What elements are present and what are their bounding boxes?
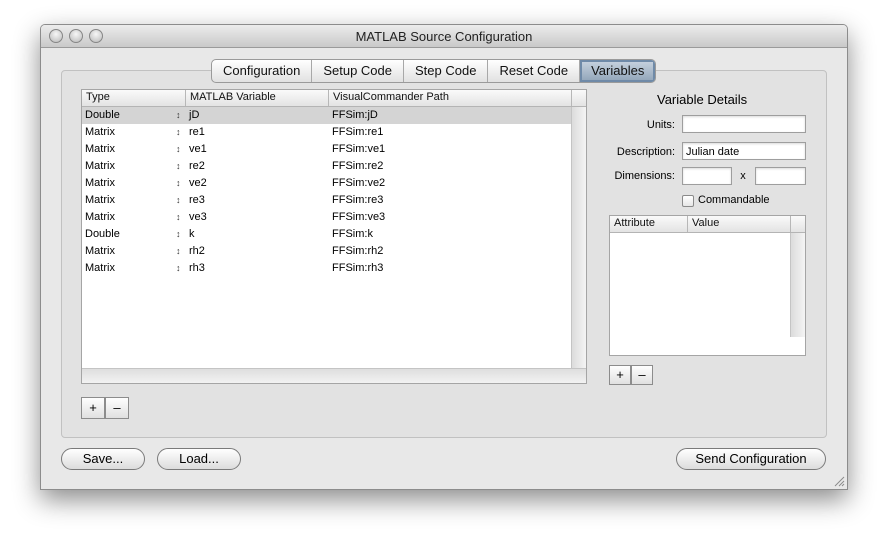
table-row[interactable]: Matrix ↕ ve3 FFSim:ve3 [82, 209, 585, 226]
add-attribute-button[interactable]: + [609, 365, 631, 385]
dimension-cols-field[interactable] [755, 167, 806, 185]
path-cell[interactable]: FFSim:rh2 [332, 243, 383, 260]
variables-table-header: Type MATLAB Variable VisualCommander Pat… [82, 90, 586, 107]
column-divider [790, 216, 791, 232]
table-row[interactable]: Matrix ↕ rh2 FFSim:rh2 [82, 243, 585, 260]
tab-variables[interactable]: Variables [580, 60, 656, 82]
units-label: Units: [646, 119, 675, 131]
table-row[interactable]: Matrix ↕ re1 FFSim:re1 [82, 124, 585, 141]
type-cell[interactable]: Matrix [85, 243, 115, 260]
tab-bar: Configuration Setup Code Step Code Reset… [211, 59, 657, 83]
attributes-table-header: Attribute Value [610, 216, 805, 233]
remove-attribute-button[interactable]: – [631, 365, 653, 385]
type-cell[interactable]: Matrix [85, 158, 115, 175]
dimension-separator: x [740, 170, 746, 182]
path-cell[interactable]: FFSim:rh3 [332, 260, 383, 277]
path-cell[interactable]: FFSim:re2 [332, 158, 383, 175]
table-row[interactable]: Matrix ↕ re3 FFSim:re3 [82, 192, 585, 209]
type-stepper-icon[interactable]: ↕ [176, 192, 181, 209]
variable-cell[interactable]: ve1 [189, 141, 207, 158]
table-row[interactable]: Matrix ↕ ve2 FFSim:ve2 [82, 175, 585, 192]
load-button[interactable]: Load... [157, 448, 241, 470]
type-stepper-icon[interactable]: ↕ [176, 260, 181, 277]
tab-configuration[interactable]: Configuration [212, 60, 313, 82]
column-header-value[interactable]: Value [692, 217, 719, 229]
column-header-matlab-variable[interactable]: MATLAB Variable [190, 91, 276, 103]
variable-cell[interactable]: k [189, 226, 195, 243]
remove-variable-button[interactable]: – [105, 397, 129, 419]
table-row[interactable]: Matrix ↕ ve1 FFSim:ve1 [82, 141, 585, 158]
type-stepper-icon[interactable]: ↕ [176, 243, 181, 260]
type-stepper-icon[interactable]: ↕ [176, 175, 181, 192]
type-cell[interactable]: Double [85, 107, 120, 124]
variable-cell[interactable]: rh2 [189, 243, 205, 260]
horizontal-scrollbar[interactable] [82, 368, 586, 383]
column-divider [571, 90, 572, 106]
column-header-visualcommander-path[interactable]: VisualCommander Path [333, 91, 449, 103]
variable-cell[interactable]: ve3 [189, 209, 207, 226]
table-row[interactable]: Matrix ↕ rh3 FFSim:rh3 [82, 260, 585, 277]
path-cell[interactable]: FFSim:k [332, 226, 373, 243]
add-variable-button[interactable]: + [81, 397, 105, 419]
column-header-attribute[interactable]: Attribute [614, 217, 655, 229]
type-stepper-icon[interactable]: ↕ [176, 124, 181, 141]
type-cell[interactable]: Double [85, 226, 120, 243]
window-title: MATLAB Source Configuration [355, 29, 533, 44]
path-cell[interactable]: FFSim:ve3 [332, 209, 385, 226]
title-bar: MATLAB Source Configuration [41, 25, 847, 48]
type-cell[interactable]: Matrix [85, 192, 115, 209]
attributes-vertical-scrollbar[interactable] [790, 233, 805, 337]
commandable-checkbox[interactable] [682, 195, 694, 207]
units-field[interactable] [682, 115, 806, 133]
type-cell[interactable]: Matrix [85, 175, 115, 192]
type-stepper-icon[interactable]: ↕ [176, 141, 181, 158]
type-stepper-icon[interactable]: ↕ [176, 209, 181, 226]
column-header-type[interactable]: Type [86, 91, 110, 103]
send-configuration-button[interactable]: Send Configuration [676, 448, 826, 470]
type-cell[interactable]: Matrix [85, 260, 115, 277]
tab-reset-code[interactable]: Reset Code [488, 60, 581, 82]
column-divider [328, 90, 329, 106]
path-cell[interactable]: FFSim:ve1 [332, 141, 385, 158]
type-stepper-icon[interactable]: ↕ [176, 107, 181, 124]
dimension-rows-field[interactable] [682, 167, 732, 185]
variable-cell[interactable]: re3 [189, 192, 205, 209]
table-row[interactable]: Double ↕ jD FFSim:jD [82, 107, 585, 124]
variable-cell[interactable]: re2 [189, 158, 205, 175]
attributes-table: Attribute Value [609, 215, 806, 356]
table-row[interactable]: Double ↕ k FFSim:k [82, 226, 585, 243]
tab-step-code[interactable]: Step Code [404, 60, 489, 82]
path-cell[interactable]: FFSim:re3 [332, 192, 383, 209]
commandable-label: Commandable [698, 194, 770, 206]
variable-cell[interactable]: ve2 [189, 175, 207, 192]
variable-cell[interactable]: re1 [189, 124, 205, 141]
path-cell[interactable]: FFSim:ve2 [332, 175, 385, 192]
table-row[interactable]: Matrix ↕ re2 FFSim:re2 [82, 158, 585, 175]
variable-details-title: Variable Details [657, 92, 748, 107]
variable-cell[interactable]: rh3 [189, 260, 205, 277]
type-cell[interactable]: Matrix [85, 124, 115, 141]
main-window: MATLAB Source Configuration Configuratio… [40, 24, 848, 490]
type-cell[interactable]: Matrix [85, 209, 115, 226]
type-stepper-icon[interactable]: ↕ [176, 158, 181, 175]
path-cell[interactable]: FFSim:re1 [332, 124, 383, 141]
description-field[interactable]: Julian date [682, 142, 806, 160]
type-stepper-icon[interactable]: ↕ [176, 226, 181, 243]
variable-cell[interactable]: jD [189, 107, 199, 124]
vertical-scrollbar[interactable] [571, 107, 586, 369]
tab-setup-code[interactable]: Setup Code [312, 60, 404, 82]
type-cell[interactable]: Matrix [85, 141, 115, 158]
path-cell[interactable]: FFSim:jD [332, 107, 378, 124]
column-divider [185, 90, 186, 106]
description-label: Description: [616, 146, 675, 158]
dimensions-label: Dimensions: [614, 170, 675, 182]
resize-grip-icon[interactable] [833, 475, 845, 487]
variables-table: Type MATLAB Variable VisualCommander Pat… [81, 89, 587, 384]
column-divider [687, 216, 688, 232]
save-button[interactable]: Save... [61, 448, 145, 470]
